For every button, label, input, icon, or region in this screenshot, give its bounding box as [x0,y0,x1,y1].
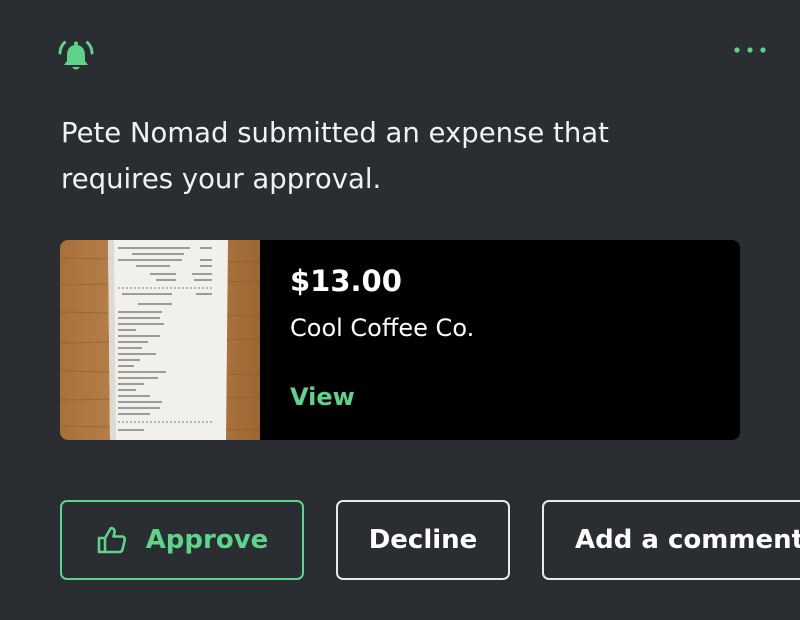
approve-button[interactable]: Approve [60,500,304,580]
more-options-icon[interactable] [732,44,768,56]
add-comment-button[interactable]: Add a comment [542,500,800,580]
expense-amount: $13.00 [290,264,402,298]
thumbs-up-icon [97,526,126,554]
decline-button[interactable]: Decline [336,500,510,580]
expense-card[interactable]: $13.00 Cool Coffee Co. View [60,240,740,440]
expense-merchant: Cool Coffee Co. [290,314,475,342]
decline-label: Decline [368,525,478,555]
add-comment-label: Add a comment [575,525,800,555]
bell-ringing-icon [58,41,94,70]
view-expense-link[interactable]: View [290,383,355,411]
receipt-thumbnail [60,240,260,440]
approve-label: Approve [145,525,269,555]
notification-message: Pete Nomad submitted an expense that req… [61,117,609,195]
